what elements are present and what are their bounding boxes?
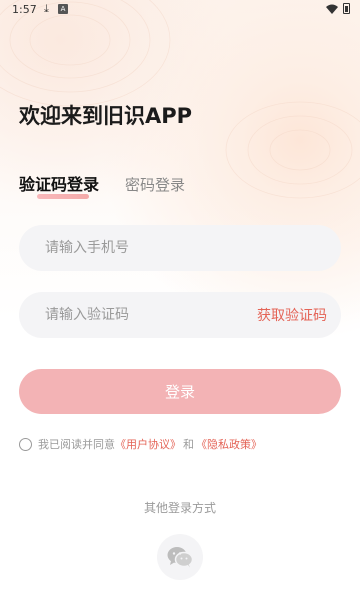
battery-icon <box>343 3 350 14</box>
download-icon: ⤓ <box>44 2 49 15</box>
user-agreement-link[interactable]: 《用户协议》 <box>115 436 181 452</box>
welcome-title: 欢迎来到旧识APP <box>19 104 193 128</box>
wifi-icon <box>326 4 338 14</box>
code-input[interactable] <box>43 306 227 324</box>
tab-code-login-label: 验证码登录 <box>19 175 100 194</box>
sim-icon: A <box>58 4 68 14</box>
login-tabs: 验证码登录 密码登录 <box>19 171 185 199</box>
wechat-login-button[interactable] <box>157 534 203 580</box>
status-bar: 1:57 ⤓ A <box>0 0 360 20</box>
get-code-button[interactable]: 获取验证码 <box>257 305 327 325</box>
agreement-prefix: 我已阅读并同意 <box>38 438 115 451</box>
status-time: 1:57 <box>12 3 37 16</box>
other-login-label: 其他登录方式 <box>143 501 216 515</box>
privacy-policy-link[interactable]: 《隐私政策》 <box>196 436 262 452</box>
phone-field <box>19 225 341 271</box>
tab-password-login[interactable]: 密码登录 <box>125 174 185 195</box>
code-field: 获取验证码 <box>19 292 341 338</box>
agreement-checkbox[interactable] <box>19 437 32 451</box>
agreement-conjunction: 和 <box>183 438 194 451</box>
agreement-row: 我已阅读并同意 《用户协议》 和 《隐私政策》 <box>19 436 262 452</box>
active-tab-underline <box>37 194 89 199</box>
wechat-icon <box>167 547 193 568</box>
phone-input[interactable] <box>43 239 227 257</box>
tab-password-login-label: 密码登录 <box>125 176 186 194</box>
tab-code-login[interactable]: 验证码登录 <box>19 171 100 199</box>
login-button[interactable]: 登录 <box>19 369 341 414</box>
